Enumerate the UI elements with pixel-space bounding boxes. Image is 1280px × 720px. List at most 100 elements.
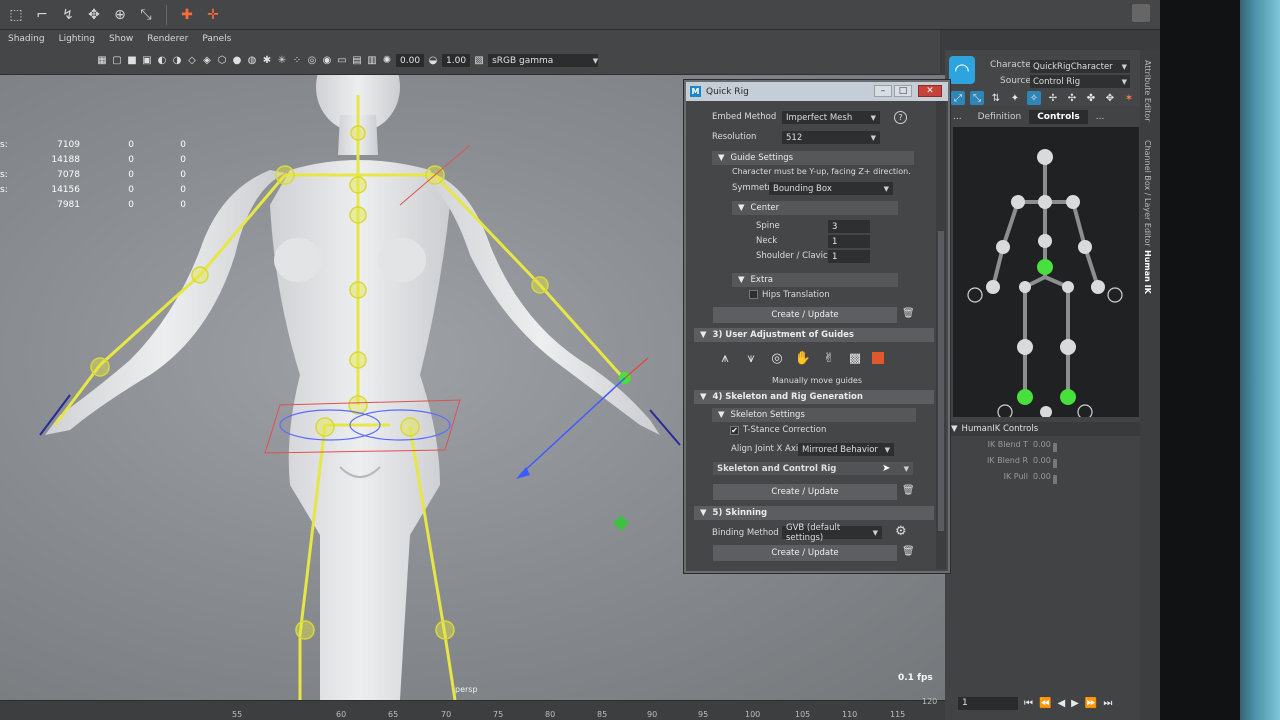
ik-pull-value[interactable]: 0.00 xyxy=(1033,472,1051,481)
tab-controls[interactable]: Controls xyxy=(1029,110,1088,124)
quick-rig-titlebar[interactable]: M Quick Rig – □ ✕ xyxy=(686,82,948,101)
cube-icon[interactable]: ⬡ xyxy=(216,55,228,67)
step-back-key-icon[interactable]: ⏪ xyxy=(1039,698,1051,709)
grid-icon[interactable]: ▦ xyxy=(96,55,108,67)
cam-icon[interactable]: ◎ xyxy=(306,55,318,67)
lasso-tool-icon[interactable]: ⌐ xyxy=(32,5,52,25)
film-gate-icon[interactable]: ◉ xyxy=(321,55,333,67)
ik-blend-t-value[interactable]: 0.00 xyxy=(1033,440,1051,449)
motion-blur-icon[interactable]: ✱ xyxy=(261,55,273,67)
neck-field[interactable]: 1 xyxy=(828,235,870,248)
skeleton-create-update-button[interactable]: Create / Update xyxy=(713,484,897,500)
tab-channel-box[interactable]: Channel Box / Layer Editor xyxy=(1143,140,1152,247)
user-adjustment-header[interactable]: ▼ 3) User Adjustment of Guides xyxy=(694,328,934,342)
humanik-control-figure[interactable] xyxy=(953,127,1139,420)
exposure-icon[interactable]: ✺ xyxy=(381,55,393,67)
hik-reach-toggles[interactable] xyxy=(967,287,1123,420)
skinning-header[interactable]: ▼ 5) Skinning xyxy=(694,506,934,520)
layout-icon[interactable] xyxy=(1132,4,1150,22)
selection-icon[interactable]: ✧ xyxy=(1027,91,1041,105)
skinning-create-update-button[interactable]: Create / Update xyxy=(713,545,897,561)
safe-action-icon[interactable]: ▥ xyxy=(366,55,378,67)
move-guides-icon[interactable]: ✋ xyxy=(794,349,812,367)
textured-icon[interactable]: ▣ xyxy=(141,55,153,67)
trash-icon[interactable]: 🗑 xyxy=(902,485,915,496)
guide-settings-header[interactable]: ▼ Guide Settings xyxy=(712,151,914,165)
move-tool-icon[interactable]: ✥ xyxy=(84,5,104,25)
trash-icon[interactable]: 🗑 xyxy=(902,308,915,319)
tab-human-ik[interactable]: Human IK xyxy=(1143,250,1152,294)
ik-pull-slider[interactable] xyxy=(1053,475,1057,484)
manipulator-z-axis[interactable] xyxy=(519,377,626,476)
full-body-icon[interactable]: ⇅ xyxy=(989,91,1003,105)
scrollbar-thumb[interactable] xyxy=(938,231,944,531)
align-joint-dropdown[interactable]: Mirrored Behavior ▼ xyxy=(798,443,894,456)
maximize-icon[interactable]: □ xyxy=(894,85,912,97)
wireframe-icon[interactable]: ▢ xyxy=(111,55,123,67)
menu-renderer[interactable]: Renderer xyxy=(147,34,188,44)
ik-blend-r-value[interactable]: 0.00 xyxy=(1033,456,1051,465)
pin-translate-icon[interactable]: ✣ xyxy=(1065,91,1079,105)
shadows-icon[interactable]: ◑ xyxy=(171,55,183,67)
symmetry-dropdown[interactable]: Bounding Box ▼ xyxy=(769,182,893,195)
joint-tool-icon[interactable]: ✚ xyxy=(177,5,197,25)
center-header[interactable]: ▼ Center xyxy=(732,201,898,215)
pin-rotate-icon[interactable]: ✤ xyxy=(1084,91,1098,105)
humanik-controls-header[interactable]: ▼ HumanIK Controls xyxy=(945,422,1140,436)
resolution-dropdown[interactable]: 512 ▼ xyxy=(782,131,880,144)
play-back-icon[interactable]: ◀ xyxy=(1057,698,1065,709)
menu-show[interactable]: Show xyxy=(109,34,133,44)
guide-view-icon[interactable]: ▩ xyxy=(846,349,864,367)
dof-icon[interactable]: ⁘ xyxy=(291,55,303,67)
color-space-dropdown[interactable]: sRGB gamma ▼ xyxy=(488,54,599,67)
trash-icon[interactable]: 🗑 xyxy=(902,546,915,557)
binding-method-dropdown[interactable]: GVB (default settings) ▼ xyxy=(782,523,882,543)
humanik-logo-icon[interactable]: ◠ xyxy=(949,56,975,84)
aa-icon[interactable]: ✳ xyxy=(276,55,288,67)
ik-blend-t-row[interactable]: IK Blend T 0.00 xyxy=(945,440,1140,454)
rotate-tool-icon[interactable]: ⊕ xyxy=(110,5,130,25)
ik-blend-t-slider[interactable] xyxy=(1053,443,1057,452)
body-part-icon[interactable]: ✦ xyxy=(1008,91,1022,105)
embed-method-dropdown[interactable]: Imperfect Mesh ▼ xyxy=(782,111,880,124)
spine-field[interactable]: 3 xyxy=(828,220,870,233)
ik-handle-icon[interactable]: ✛ xyxy=(203,5,223,25)
ik-blend-r-row[interactable]: IK Blend R 0.00 xyxy=(945,456,1140,470)
gear-icon[interactable]: ⚙ xyxy=(895,524,907,539)
skeleton-generation-header[interactable]: ▼ 4) Skeleton and Rig Generation xyxy=(694,390,934,404)
key-icon[interactable]: ✶ xyxy=(1122,91,1136,105)
skeleton-settings-header[interactable]: ▼ Skeleton Settings xyxy=(712,408,916,422)
source-dropdown[interactable]: Control Rig ▼ xyxy=(1030,75,1130,88)
release-pin-icon[interactable]: ✢ xyxy=(1046,91,1060,105)
scale-tool-icon[interactable]: ⤡ xyxy=(136,5,156,25)
paint-select-icon[interactable]: ↯ xyxy=(58,5,78,25)
tab-more-right[interactable]: ... xyxy=(1088,110,1113,124)
isolate-icon[interactable]: ◇ xyxy=(186,55,198,67)
guides-create-update-button[interactable]: Create / Update xyxy=(713,307,897,323)
go-to-end-icon[interactable]: ⏭ xyxy=(1103,698,1112,709)
mirror-left-icon[interactable]: ⩚ xyxy=(716,349,734,367)
manipulator-x-axis[interactable] xyxy=(624,357,649,379)
minimize-icon[interactable]: – xyxy=(874,85,892,97)
menu-lighting[interactable]: Lighting xyxy=(59,34,95,44)
tstance-checkbox[interactable]: ✔ xyxy=(730,426,739,435)
close-icon[interactable]: ✕ xyxy=(918,85,942,97)
gamma-field[interactable]: 1.00 xyxy=(442,54,471,67)
resolution-gate-icon[interactable]: ▭ xyxy=(336,55,348,67)
quick-rig-scrollbar[interactable] xyxy=(936,101,946,569)
lights-icon[interactable]: ◐ xyxy=(156,55,168,67)
extra-header[interactable]: ▼ Extra xyxy=(732,273,898,287)
rotate-guides-icon[interactable]: ✌ xyxy=(820,349,838,367)
ao-icon[interactable]: ◍ xyxy=(246,55,258,67)
ik-pin-icon[interactable]: ⤡ xyxy=(970,91,984,105)
hips-translation-checkbox[interactable] xyxy=(749,290,758,299)
go-to-start-icon[interactable]: ⏮ xyxy=(1024,698,1033,709)
tab-attribute-editor[interactable]: Attribute Editor xyxy=(1143,60,1152,122)
color-management-icon[interactable]: ▧ xyxy=(473,55,485,67)
time-slider[interactable]: 55 60 65 70 75 80 85 90 95 100 105 110 1… xyxy=(0,697,945,720)
tab-definition[interactable]: Definition xyxy=(970,110,1030,124)
sphere-icon[interactable]: ● xyxy=(231,55,243,67)
ik-pull-row[interactable]: IK Pull 0.00 xyxy=(945,472,1140,486)
gate-mask-icon[interactable]: ▤ xyxy=(351,55,363,67)
select-guides-icon[interactable]: ◎ xyxy=(768,349,786,367)
